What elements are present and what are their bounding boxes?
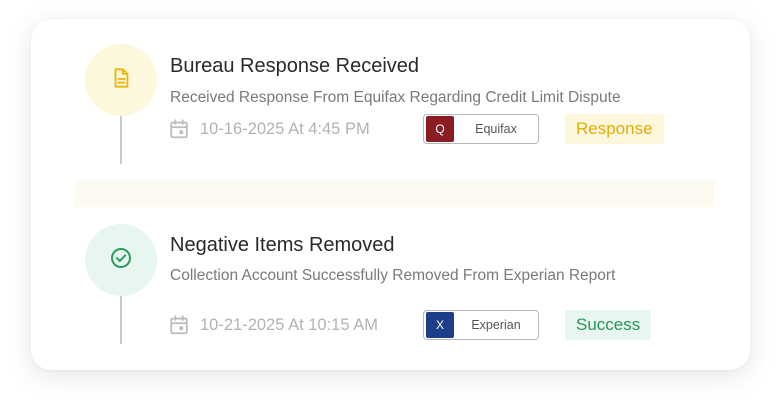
bureau-tag-experian: X Experian	[423, 310, 539, 340]
calendar-icon	[168, 118, 190, 140]
timeline-item-title: Negative Items Removed	[170, 234, 395, 256]
timeline-item-datetime: 10-16-2025 At 4:45 PM	[200, 119, 370, 138]
activity-timeline-card: Bureau Response Received Received Respon…	[31, 19, 750, 370]
timeline-item-date: 10-21-2025 At 10:15 AM	[168, 310, 412, 340]
equifax-logo: Q	[426, 116, 454, 142]
check-circle-icon	[109, 246, 133, 275]
timeline-item-description: Received Response From Equifax Regarding…	[170, 89, 621, 106]
bureau-name: Experian	[471, 318, 521, 332]
timeline-connector	[120, 296, 122, 344]
status-badge: Success	[565, 310, 652, 340]
timeline-icon-circle	[85, 44, 157, 116]
timeline-item-title: Bureau Response Received	[170, 55, 420, 77]
experian-logo: X	[426, 312, 454, 338]
document-icon	[110, 67, 132, 94]
timeline-icon-circle	[85, 224, 157, 296]
timeline-item-datetime: 10-21-2025 At 10:15 AM	[200, 315, 378, 334]
status-badge: Response	[565, 114, 664, 144]
bureau-name: Equifax	[475, 122, 517, 136]
calendar-icon	[168, 314, 190, 336]
bureau-tag-equifax: Q Equifax	[423, 114, 539, 144]
timeline-item: Bureau Response Received Received Respon…	[31, 19, 750, 179]
timeline-item-description: Collection Account Successfully Removed …	[170, 267, 616, 284]
timeline-item-date: 10-16-2025 At 4:45 PM	[168, 114, 412, 144]
timeline-item: Negative Items Removed Collection Accoun…	[31, 201, 750, 361]
timeline-connector	[120, 116, 122, 164]
